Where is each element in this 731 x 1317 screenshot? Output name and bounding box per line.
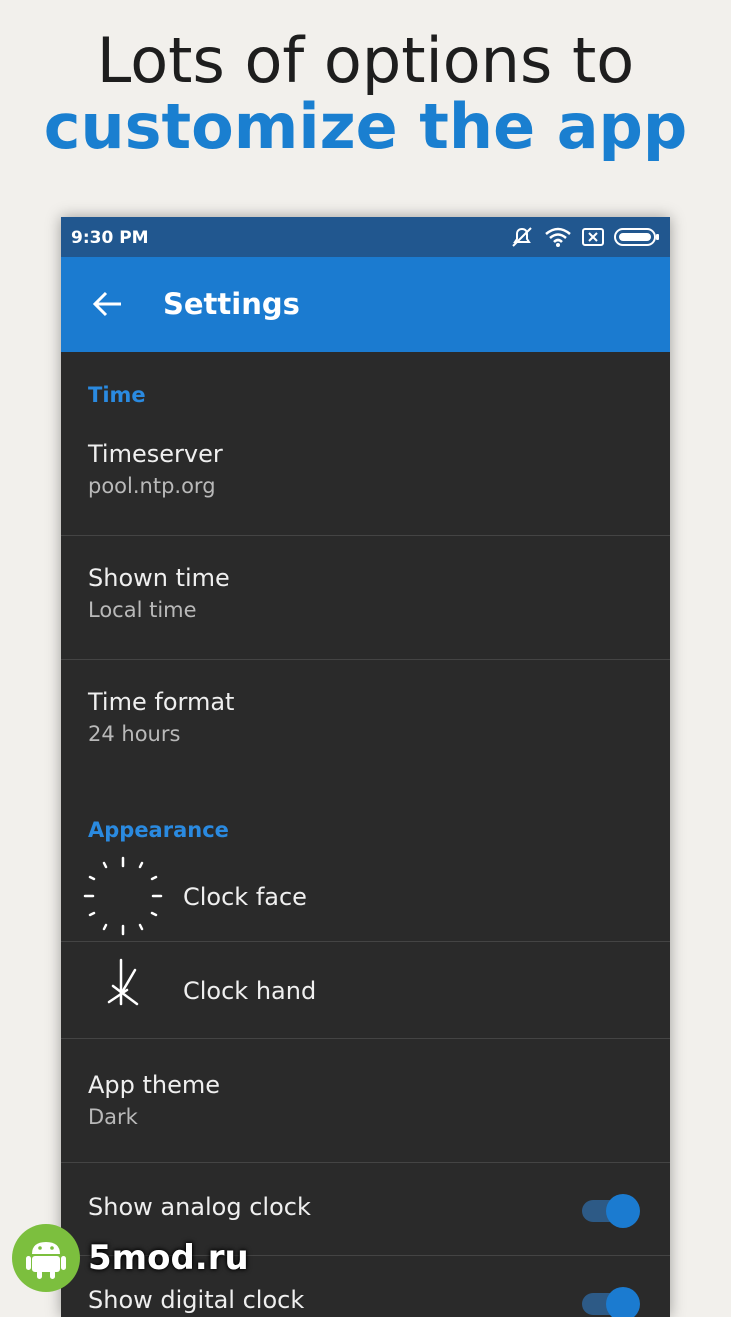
pref-summary: Local time [88,598,197,622]
pref-time-format[interactable]: Time format 24 hours [61,660,670,770]
show-analog-toggle[interactable] [582,1194,640,1228]
toggle-thumb [606,1287,640,1317]
status-time: 9:30 PM [71,228,149,248]
pref-title: Clock face [183,883,307,911]
pref-summary: pool.ntp.org [88,474,216,498]
pref-app-theme[interactable]: App theme Dark [61,1039,670,1163]
watermark: 5mod.ru [12,1224,249,1292]
watermark-text: 5mod.ru [88,1238,249,1278]
toggle-thumb [606,1194,640,1228]
pref-title: App theme [88,1071,221,1099]
app-bar: Settings [61,257,670,352]
arrow-left-icon[interactable] [91,287,125,321]
status-icons [510,226,660,252]
sim-off-icon [582,227,604,251]
pref-clock-hand[interactable]: Clock hand [61,942,670,1039]
pref-title: Clock hand [183,977,317,1005]
category-appearance: Appearance [88,818,229,842]
clock-face-icon [81,854,165,942]
pref-title: Show analog clock [88,1193,311,1221]
pref-timeserver[interactable]: Timeserver pool.ntp.org [61,422,670,536]
pref-summary: Dark [88,1105,138,1129]
category-time: Time [88,383,146,407]
pref-title: Time format [88,688,235,716]
android-icon [12,1224,80,1292]
pref-title: Shown time [88,564,230,592]
phone-screen: 9:30 PM Settings Time Timeserver pool.nt… [61,217,670,1317]
promo-line-2: customize the app [43,90,688,163]
pref-clock-face[interactable]: Clock face [61,848,670,942]
pref-title: Timeserver [88,440,223,468]
promo-headline: Lots of options to customize the app [0,28,731,160]
promo-line-1: Lots of options to [96,24,635,97]
pref-shown-time[interactable]: Shown time Local time [61,536,670,660]
wifi-icon [544,226,572,252]
clock-hand-icon [101,956,145,1014]
pref-summary: 24 hours [88,722,181,746]
page-title: Settings [163,287,300,321]
battery-icon [614,227,660,251]
mute-icon [510,226,534,252]
show-digital-toggle[interactable] [582,1287,640,1317]
status-bar: 9:30 PM [61,217,670,257]
